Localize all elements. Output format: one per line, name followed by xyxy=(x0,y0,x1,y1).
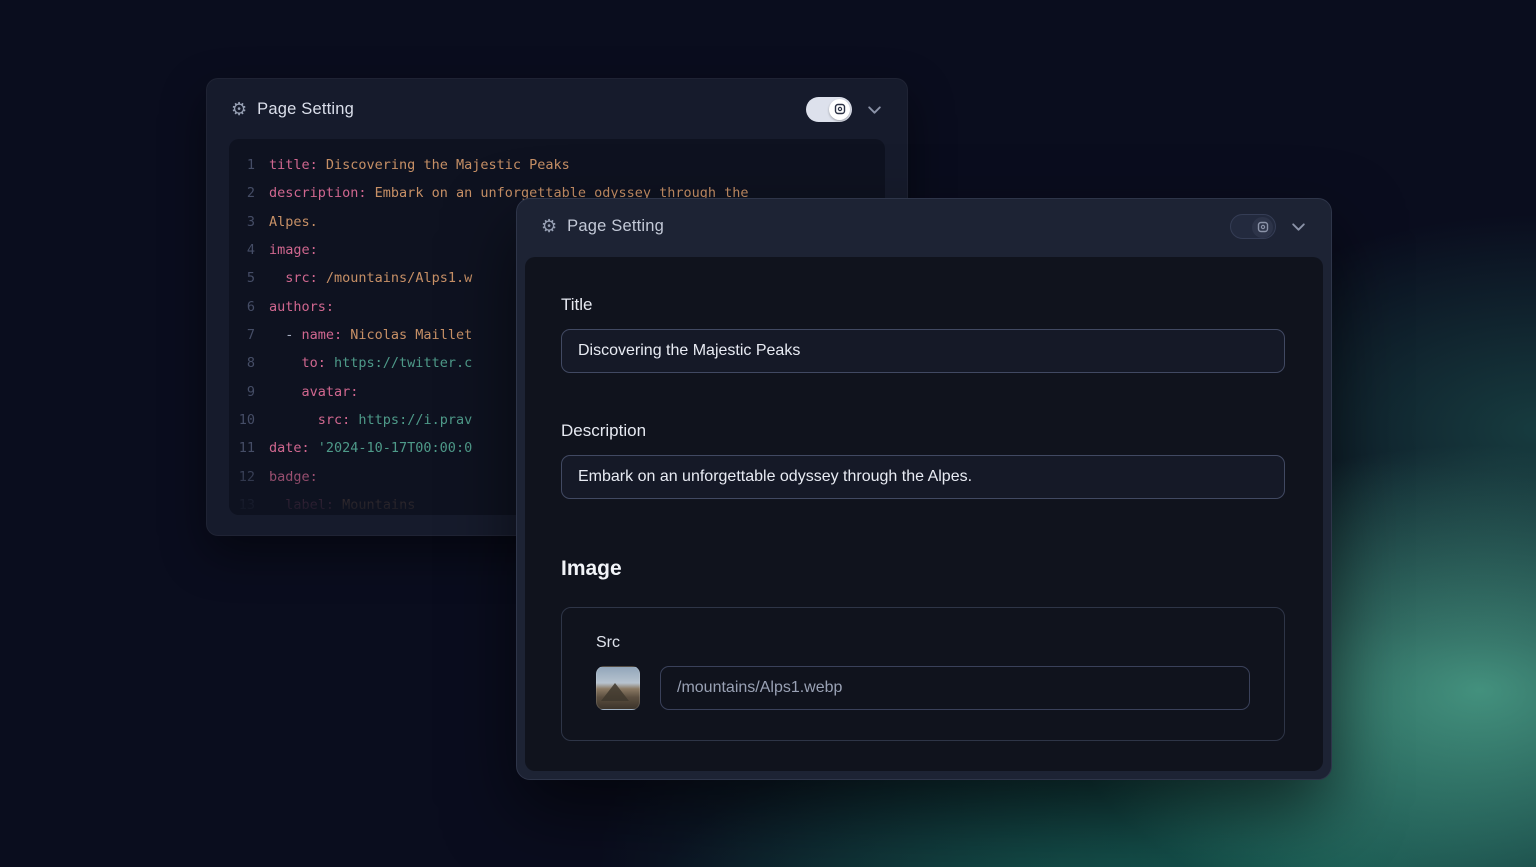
chevron-down-icon[interactable] xyxy=(866,101,883,118)
line-number: 3 xyxy=(229,208,269,236)
panel-title: Page Setting xyxy=(257,100,354,119)
image-card: Src xyxy=(561,607,1285,741)
line-number: 6 xyxy=(229,293,269,321)
description-field-group: Description xyxy=(561,421,1287,499)
title-field-group: Title xyxy=(561,295,1287,373)
line-number: 5 xyxy=(229,264,269,292)
panel-title: Page Setting xyxy=(567,217,664,236)
gear-icon: ⚙ xyxy=(231,100,247,118)
description-input[interactable] xyxy=(561,455,1285,499)
src-input[interactable] xyxy=(660,666,1250,710)
line-number: 10 xyxy=(229,406,269,434)
image-thumbnail xyxy=(596,666,640,710)
line-number: 12 xyxy=(229,463,269,491)
title-label: Title xyxy=(561,295,1287,315)
line-number: 7 xyxy=(229,321,269,349)
page-setting-form: Title Description Image Src xyxy=(525,257,1323,771)
line-number: 9 xyxy=(229,378,269,406)
code-view-toggle[interactable] xyxy=(806,97,852,122)
line-number: 11 xyxy=(229,434,269,462)
line-number: 2 xyxy=(229,179,269,207)
description-label: Description xyxy=(561,421,1287,441)
src-label: Src xyxy=(596,634,1250,652)
gear-icon: ⚙ xyxy=(541,217,557,235)
line-number: 8 xyxy=(229,349,269,377)
page-setting-panel-front: ⚙ Page Setting Title Description xyxy=(516,198,1332,780)
line-number: 1 xyxy=(229,151,269,179)
image-section-heading: Image xyxy=(561,557,1287,581)
code-line: 1title: Discovering the Majestic Peaks xyxy=(229,151,885,179)
title-input[interactable] xyxy=(561,329,1285,373)
toggle-icon xyxy=(834,103,846,115)
toggle-icon xyxy=(1257,221,1269,233)
line-number: 13 xyxy=(229,491,269,515)
chevron-down-icon[interactable] xyxy=(1290,218,1307,235)
front-panel-header: ⚙ Page Setting xyxy=(517,199,1331,253)
line-number: 4 xyxy=(229,236,269,264)
back-panel-header: ⚙ Page Setting xyxy=(207,79,907,139)
code-view-toggle[interactable] xyxy=(1230,214,1276,239)
